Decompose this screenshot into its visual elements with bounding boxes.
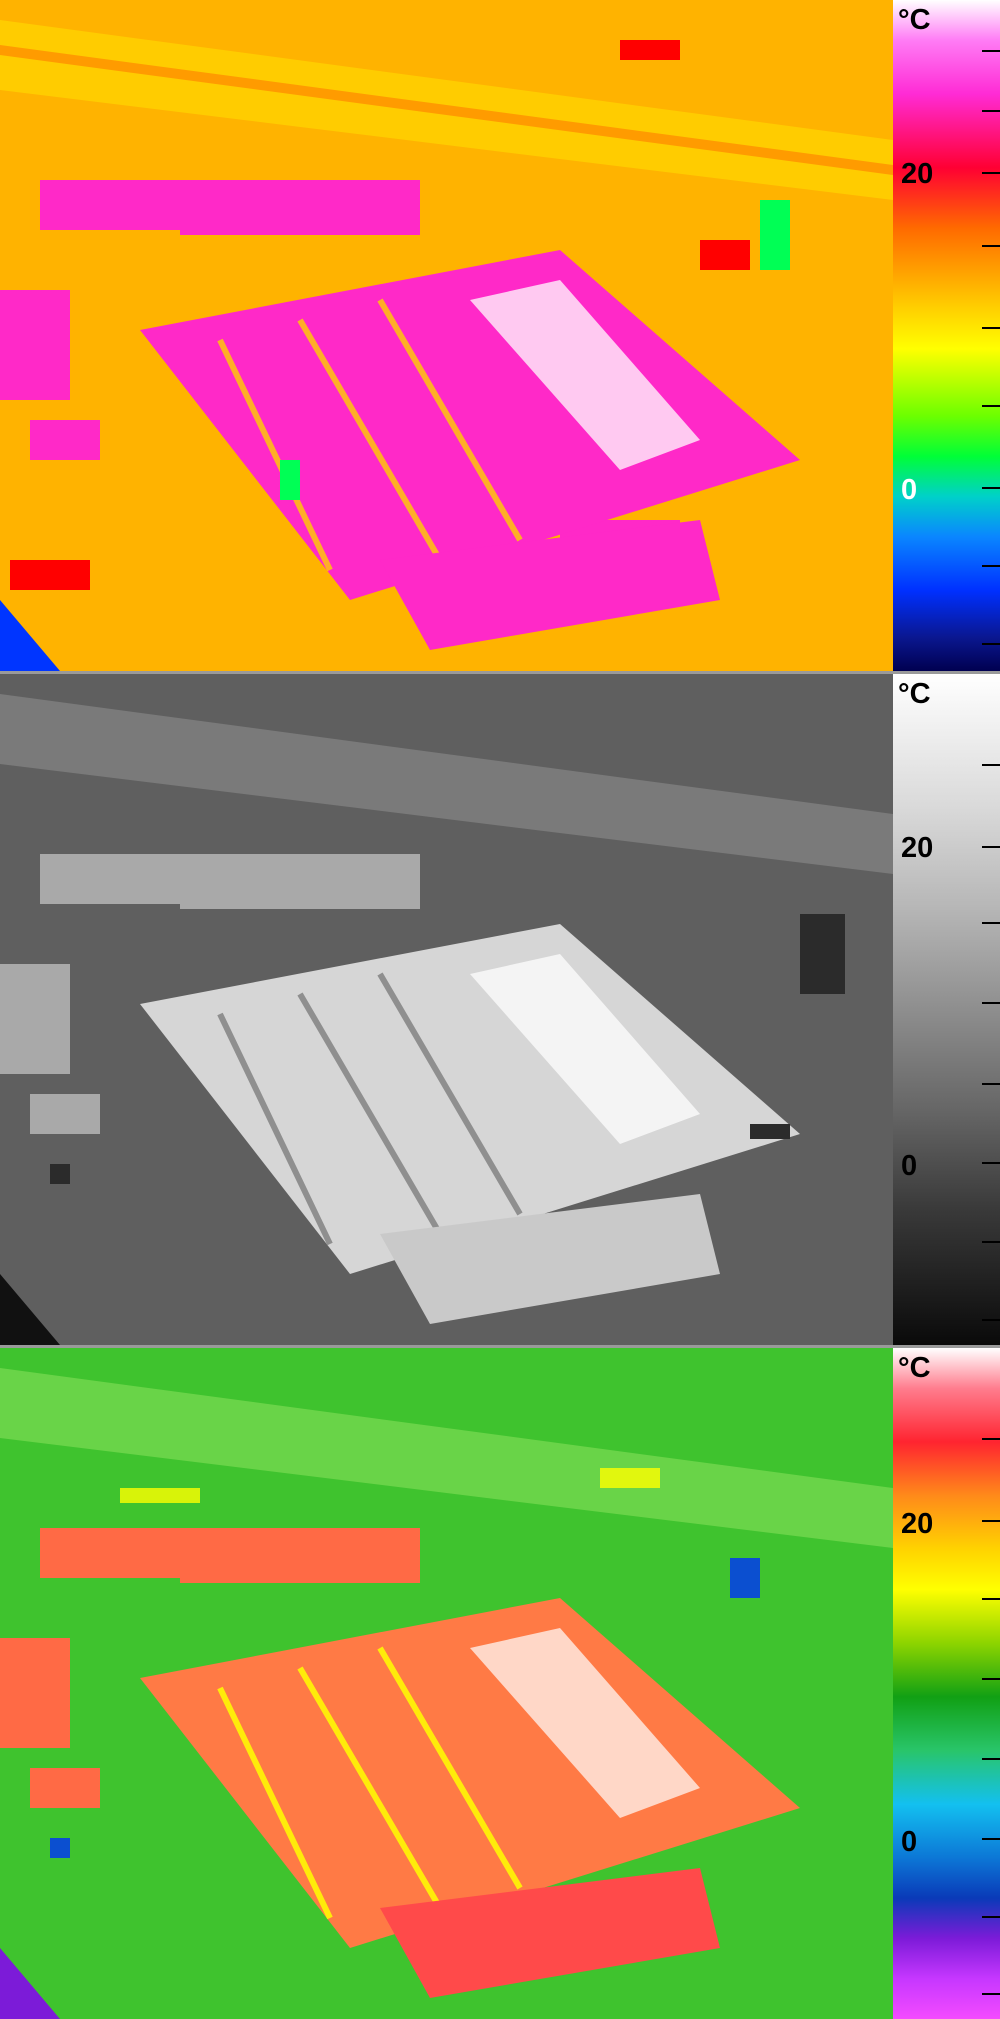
scale-tick bbox=[982, 405, 1000, 407]
scale-tick bbox=[982, 846, 1000, 848]
temperature-scale-green-red: °C 20 0 bbox=[893, 1348, 1000, 2019]
scale-tick bbox=[982, 1520, 1000, 1522]
aerial-thermal-scene bbox=[0, 674, 893, 1345]
scale-tick bbox=[982, 1438, 1000, 1440]
aerial-thermal-scene bbox=[0, 1348, 893, 2019]
scale-tick bbox=[982, 1838, 1000, 1840]
thermal-panel-green-red: °C 20 0 bbox=[0, 1348, 1000, 2019]
scale-tick bbox=[982, 643, 1000, 645]
thermal-image-green-red bbox=[0, 1348, 893, 2019]
scale-tick bbox=[982, 1083, 1000, 1085]
thermal-image-grayscale bbox=[0, 674, 893, 1345]
scale-tick bbox=[982, 245, 1000, 247]
color-scale-bar bbox=[893, 1348, 1000, 2019]
scale-tick bbox=[982, 764, 1000, 766]
scale-tick bbox=[982, 172, 1000, 174]
color-scale-bar bbox=[893, 674, 1000, 1345]
unit-label: °C bbox=[898, 1352, 931, 1384]
scale-tick bbox=[982, 1241, 1000, 1243]
scale-label-20: 20 bbox=[901, 1508, 934, 1540]
scale-tick bbox=[982, 327, 1000, 329]
thermal-panel-rainbow: °C 20 0 bbox=[0, 0, 1000, 671]
scale-label-20: 20 bbox=[901, 158, 934, 190]
scale-tick bbox=[982, 565, 1000, 567]
scale-label-0: 0 bbox=[901, 474, 918, 506]
scale-tick bbox=[982, 50, 1000, 52]
scale-tick bbox=[982, 922, 1000, 924]
unit-label: °C bbox=[898, 4, 931, 36]
scale-tick bbox=[982, 1916, 1000, 1918]
thermal-panel-grayscale: °C 20 0 bbox=[0, 674, 1000, 1345]
temperature-scale-rainbow: °C 20 0 bbox=[893, 0, 1000, 671]
scale-tick bbox=[982, 1002, 1000, 1004]
scale-label-0: 0 bbox=[901, 1150, 918, 1182]
scale-tick bbox=[982, 487, 1000, 489]
thermal-image-rainbow bbox=[0, 0, 893, 671]
color-scale-bar bbox=[893, 0, 1000, 671]
scale-tick bbox=[982, 1598, 1000, 1600]
temperature-scale-grayscale: °C 20 0 bbox=[893, 674, 1000, 1345]
scale-tick bbox=[982, 1319, 1000, 1321]
scale-tick bbox=[982, 1162, 1000, 1164]
scale-label-20: 20 bbox=[901, 832, 934, 864]
scale-label-0: 0 bbox=[901, 1826, 918, 1858]
scale-tick bbox=[982, 110, 1000, 112]
unit-label: °C bbox=[898, 678, 931, 710]
scale-tick bbox=[982, 1993, 1000, 1995]
scale-tick bbox=[982, 1678, 1000, 1680]
aerial-thermal-scene bbox=[0, 0, 893, 671]
scale-tick bbox=[982, 1758, 1000, 1760]
